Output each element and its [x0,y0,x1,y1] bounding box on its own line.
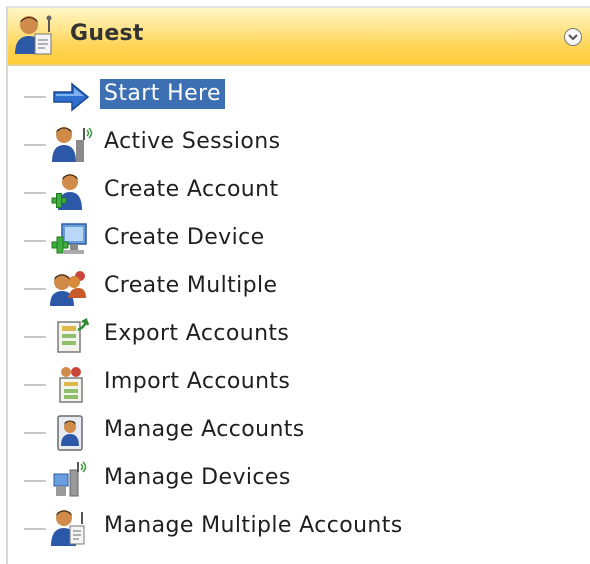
menu-item-label: Export Accounts [104,321,290,346]
export-accounts-icon [44,316,94,356]
manage-accounts-icon [44,412,94,452]
tree-connector [24,432,46,434]
arrow-right-icon [44,76,94,116]
menu-item-create-multiple[interactable]: Create Multiple [8,264,508,312]
menu-item-label: Start Here [100,79,225,109]
guest-user-icon [13,14,59,58]
tree-connector [24,192,46,194]
create-account-icon [44,172,94,212]
chevron-down-icon [568,34,578,41]
create-multiple-icon [44,268,94,308]
menu-item-label: Create Device [104,225,265,250]
menu-item-import-accounts[interactable]: Import Accounts [8,360,508,408]
menu-item-manage-devices[interactable]: Manage Devices [8,456,508,504]
menu-item-label: Manage Accounts [104,417,305,442]
menu-item-active-sessions[interactable]: Active Sessions [8,120,508,168]
tree-connector [24,144,46,146]
menu-item-create-device[interactable]: Create Device [8,216,508,264]
active-sessions-icon [44,124,94,164]
tree-connector [24,96,46,98]
menu-item-label: Manage Devices [104,465,291,490]
menu-item-label: Create Account [104,177,279,202]
panel-title: Guest [70,21,144,46]
import-accounts-icon [44,364,94,404]
tree-connector [24,528,46,530]
collapse-button[interactable] [564,28,582,46]
menu-item-manage-multiple-accounts[interactable]: Manage Multiple Accounts [8,504,508,552]
tree-connector [24,336,46,338]
menu-item-export-accounts[interactable]: Export Accounts [8,312,508,360]
guest-panel: Guest Start Here Active Sessions Create … [6,6,590,564]
menu-item-label: Import Accounts [104,369,291,394]
manage-devices-icon [44,460,94,500]
menu-item-manage-accounts[interactable]: Manage Accounts [8,408,508,456]
menu-item-start-here[interactable]: Start Here [8,72,508,120]
menu-item-label: Active Sessions [104,129,281,154]
tree-connector [24,480,46,482]
menu-item-create-account[interactable]: Create Account [8,168,508,216]
panel-header[interactable]: Guest [8,8,590,66]
tree-connector [24,384,46,386]
menu-item-label: Create Multiple [104,273,278,298]
create-device-icon [44,220,94,260]
tree-connector [24,240,46,242]
manage-multiple-accounts-icon [44,508,94,548]
menu-item-label: Manage Multiple Accounts [104,513,403,538]
tree-connector [24,288,46,290]
